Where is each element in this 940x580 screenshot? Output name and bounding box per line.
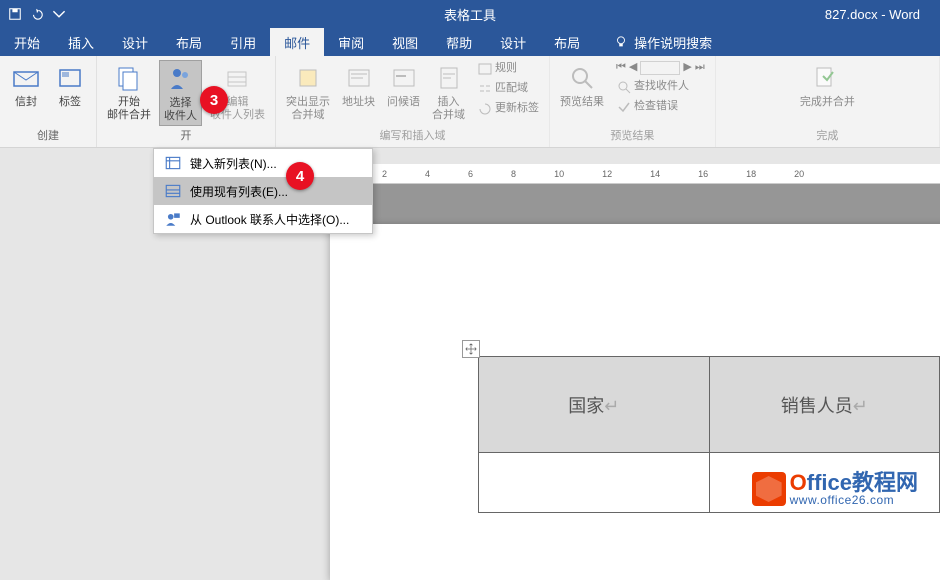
group-label-create: 创建	[6, 127, 90, 145]
table-header-cell[interactable]: 国家↵	[479, 357, 710, 453]
address-block-button: 地址块	[338, 60, 379, 111]
table-header-cell[interactable]: 销售人员↵	[709, 357, 940, 453]
first-record-icon: ⏮	[616, 61, 626, 74]
find-recipient-button: 查找收件人	[612, 78, 709, 96]
rules-button: 规则	[473, 60, 543, 78]
table-cell[interactable]	[479, 453, 710, 513]
record-nav: ⏮ ◀ ▶ ⏭	[612, 60, 709, 76]
update-icon	[477, 101, 493, 117]
tab-table-design[interactable]: 设计	[486, 28, 540, 56]
highlight-icon	[292, 62, 324, 94]
start-mail-merge-button[interactable]: 开始 邮件合并	[103, 60, 155, 124]
preview-results-button: 预览结果	[556, 60, 608, 111]
contextual-tab-title: 表格工具	[444, 5, 496, 24]
label-icon	[54, 62, 86, 94]
tab-references[interactable]: 引用	[216, 28, 270, 56]
tab-help[interactable]: 帮助	[432, 28, 486, 56]
find-icon	[616, 79, 632, 95]
envelope-icon	[10, 62, 42, 94]
tell-me-search[interactable]: 操作说明搜索	[614, 28, 712, 56]
office-logo-icon	[752, 472, 786, 506]
tab-layout[interactable]: 布局	[162, 28, 216, 56]
insert-merge-field-button: 插入 合并域	[428, 60, 469, 124]
select-recipients-button[interactable]: 选择 收件人	[159, 60, 202, 126]
save-icon[interactable]	[8, 7, 22, 21]
outlook-contacts-icon	[164, 210, 182, 228]
choose-outlook-contacts-item[interactable]: 从 Outlook 联系人中选择(O)...	[154, 205, 372, 233]
tab-design[interactable]: 设计	[108, 28, 162, 56]
watermark-url: www.office26.com	[790, 494, 918, 506]
check-errors-button: 检查错误	[612, 98, 709, 116]
tab-table-layout[interactable]: 布局	[540, 28, 594, 56]
tab-home[interactable]: 开始	[0, 28, 54, 56]
title-bar: 表格工具 827.docx - Word	[0, 0, 940, 28]
watermark-logo: Office教程网 www.office26.com	[752, 472, 918, 506]
finish-merge-button: 完成并合并	[796, 60, 859, 111]
paragraph-mark-icon: ↵	[853, 396, 868, 416]
type-new-list-item[interactable]: 键入新列表(N)...	[154, 149, 372, 177]
rules-icon	[477, 61, 493, 77]
qat-dropdown-icon[interactable]	[52, 7, 66, 21]
quick-access-toolbar	[0, 7, 66, 21]
select-recipients-dropdown: 键入新列表(N)... 使用现有列表(E)... 从 Outlook 联系人中选…	[153, 148, 373, 234]
next-record-icon: ▶	[683, 61, 691, 74]
group-label-start: 开	[103, 127, 269, 145]
ribbon-group-finish: 完成并合并 完成	[716, 56, 940, 147]
group-label-fields: 编写和插入域	[282, 127, 543, 145]
mail-merge-icon	[113, 62, 145, 94]
merge-field-icon	[433, 62, 465, 94]
match-fields-button: 匹配域	[473, 80, 543, 98]
match-icon	[477, 81, 493, 97]
ribbon-group-write-fields: 突出显示 合并域 地址块 问候语 插入 合并域 规则 匹配域 更新标签 编写和插…	[276, 56, 550, 147]
horizontal-ruler[interactable]: 2 4 6 8 10 12 14 16 18 20	[332, 164, 940, 184]
finish-icon	[811, 62, 843, 94]
group-label-finish: 完成	[722, 127, 933, 145]
recipients-icon	[165, 63, 197, 95]
lightbulb-icon	[614, 35, 628, 49]
use-existing-list-item[interactable]: 使用现有列表(E)...	[154, 177, 372, 205]
tab-review[interactable]: 审阅	[324, 28, 378, 56]
ribbon-group-start-merge: 开始 邮件合并 选择 收件人 编辑 收件人列表 开	[97, 56, 276, 147]
group-label-preview: 预览结果	[556, 127, 709, 145]
prev-record-icon: ◀	[629, 61, 637, 74]
preview-icon	[566, 62, 598, 94]
address-icon	[343, 62, 375, 94]
tab-insert[interactable]: 插入	[54, 28, 108, 56]
undo-icon[interactable]	[30, 7, 44, 21]
update-labels-button: 更新标签	[473, 100, 543, 118]
tab-view[interactable]: 视图	[378, 28, 432, 56]
check-icon	[616, 99, 632, 115]
document-title: 827.docx - Word	[825, 7, 920, 22]
new-list-icon	[164, 154, 182, 172]
ribbon-group-preview: 预览结果 ⏮ ◀ ▶ ⏭ 查找收件人 检查错误 预览结果	[550, 56, 716, 147]
tab-mailings[interactable]: 邮件	[270, 28, 324, 56]
ribbon-tabs: 开始 插入 设计 布局 引用 邮件 审阅 视图 帮助 设计 布局 操作说明搜索	[0, 28, 940, 56]
greeting-icon	[388, 62, 420, 94]
table-move-handle[interactable]	[462, 340, 480, 358]
last-record-icon: ⏭	[695, 61, 705, 74]
envelopes-button[interactable]: 信封	[6, 60, 46, 111]
ribbon: 信封 标签 创建 开始 邮件合并 选择 收件人 编辑 收件人列表 开	[0, 56, 940, 148]
edit-list-icon	[222, 62, 254, 94]
annotation-badge-3: 3	[200, 86, 228, 114]
greeting-line-button: 问候语	[383, 60, 424, 111]
paragraph-mark-icon: ↵	[604, 396, 619, 416]
annotation-badge-4: 4	[286, 162, 314, 190]
ribbon-group-create: 信封 标签 创建	[0, 56, 97, 147]
labels-button[interactable]: 标签	[50, 60, 90, 111]
existing-list-icon	[164, 182, 182, 200]
highlight-fields-button: 突出显示 合并域	[282, 60, 334, 124]
